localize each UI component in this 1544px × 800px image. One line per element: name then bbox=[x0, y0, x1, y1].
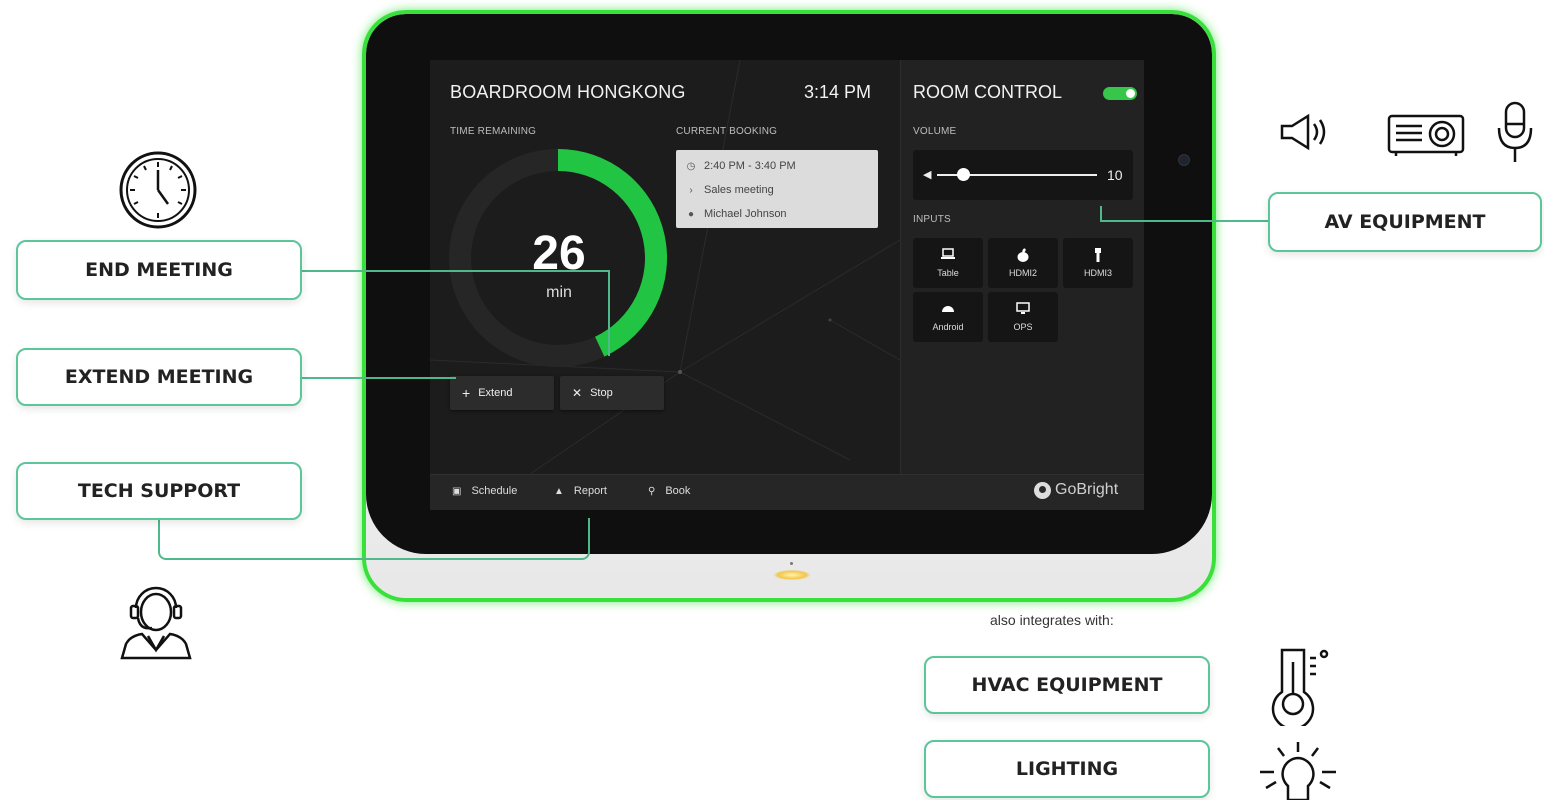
speaker-icon: ◀ bbox=[923, 169, 932, 181]
monitor-icon bbox=[1016, 302, 1030, 316]
end-meeting-connector bbox=[300, 270, 610, 356]
current-time: 3:14 PM bbox=[804, 82, 872, 102]
booking-card[interactable]: ◷ 2:40 PM - 3:40 PM › Sales meeting ● Mi… bbox=[676, 150, 878, 228]
calendar-icon: ▣ bbox=[452, 485, 462, 497]
schedule-button[interactable]: ▣ Schedule bbox=[452, 485, 517, 497]
input-table[interactable]: Table bbox=[913, 238, 983, 288]
sensor-dot bbox=[790, 562, 793, 565]
toggle-knob bbox=[1126, 89, 1135, 98]
stop-label: Stop bbox=[590, 387, 613, 399]
laptop-icon bbox=[941, 248, 955, 262]
input-hdmi3[interactable]: HDMI3 bbox=[1063, 238, 1133, 288]
volume-label: VOLUME bbox=[913, 126, 957, 137]
inputs-label: INPUTS bbox=[913, 214, 951, 225]
input-ops[interactable]: OPS bbox=[988, 292, 1058, 342]
volume-value: 10 bbox=[1107, 167, 1123, 183]
tech-support-connector bbox=[158, 518, 590, 560]
time-remaining-label: TIME REMAINING bbox=[450, 126, 537, 137]
booking-subject: Sales meeting bbox=[704, 184, 774, 196]
usb-icon bbox=[1094, 248, 1102, 262]
stop-button[interactable]: ✕ Stop bbox=[560, 376, 664, 410]
wall-clock-icon bbox=[119, 151, 197, 229]
projector-icon bbox=[1387, 114, 1465, 156]
room-control-pane: ROOM CONTROL VOLUME ◀ 10 INPUTS Table HD… bbox=[900, 60, 1144, 474]
input-label: Android bbox=[932, 322, 964, 332]
apple-icon bbox=[1017, 248, 1029, 262]
person-icon: ● bbox=[687, 208, 695, 220]
thermometer-icon bbox=[1271, 648, 1329, 726]
brand-name: GoBright bbox=[1055, 481, 1119, 498]
hvac-equipment-callout: HVAC EQUIPMENT bbox=[924, 656, 1210, 714]
av-equipment-connector bbox=[1100, 206, 1272, 222]
av-equipment-callout: AV EQUIPMENT bbox=[1268, 192, 1542, 252]
plus-icon: + bbox=[462, 385, 471, 401]
room-name: BOARDROOM HONGKONG bbox=[450, 82, 686, 102]
input-label: HDMI3 bbox=[1083, 268, 1112, 278]
end-meeting-callout: END MEETING bbox=[16, 240, 302, 300]
chevron-right-icon: › bbox=[689, 184, 693, 196]
volume-control: ◀ 10 bbox=[913, 150, 1133, 200]
megaphone-icon bbox=[1280, 113, 1326, 151]
current-booking-label: CURRENT BOOKING bbox=[676, 126, 778, 137]
booking-organizer: Michael Johnson bbox=[704, 208, 787, 220]
microphone-icon bbox=[1497, 101, 1533, 162]
input-android[interactable]: Android bbox=[913, 292, 983, 342]
clock-icon: ◷ bbox=[686, 160, 696, 172]
close-icon: ✕ bbox=[572, 386, 583, 400]
schedule-label: Schedule bbox=[471, 485, 518, 497]
input-label: HDMI2 bbox=[1008, 268, 1037, 278]
tech-support-callout: TECH SUPPORT bbox=[16, 462, 302, 520]
search-icon: ⚲ bbox=[648, 485, 656, 497]
report-label: Report bbox=[573, 485, 607, 497]
room-control-title: ROOM CONTROL bbox=[913, 82, 1063, 102]
gobright-logo-icon bbox=[1034, 481, 1051, 499]
booking-time-row: ◷ 2:40 PM - 3:40 PM bbox=[686, 160, 796, 172]
extend-label: Extend bbox=[478, 387, 513, 399]
warning-icon: ▲ bbox=[554, 485, 564, 497]
front-camera bbox=[1178, 154, 1190, 166]
room-control-toggle[interactable] bbox=[1103, 87, 1137, 100]
booking-time: 2:40 PM - 3:40 PM bbox=[704, 160, 796, 172]
input-label: OPS bbox=[1013, 322, 1033, 332]
bottom-bar: ▣ Schedule ▲ Report ⚲ Book GoBright bbox=[430, 474, 1144, 510]
booking-organizer-row: ● Michael Johnson bbox=[686, 208, 787, 220]
gobright-logo: GoBright bbox=[1034, 481, 1118, 499]
booking-subject-row: › Sales meeting bbox=[686, 184, 774, 196]
input-hdmi2[interactable]: HDMI2 bbox=[988, 238, 1058, 288]
extend-meeting-callout: EXTEND MEETING bbox=[16, 348, 302, 406]
report-button[interactable]: ▲ Report bbox=[554, 485, 607, 497]
volume-slider-handle[interactable] bbox=[957, 168, 970, 181]
meeting-pane: BOARDROOM HONGKONG 3:14 PM TIME REMAININ… bbox=[430, 60, 900, 474]
android-icon bbox=[941, 302, 955, 316]
extend-button[interactable]: + Extend bbox=[450, 376, 554, 410]
integrates-text: also integrates with: bbox=[990, 612, 1114, 628]
status-led bbox=[774, 570, 810, 580]
support-agent-icon bbox=[120, 586, 192, 660]
book-label: Book bbox=[665, 485, 691, 497]
lighting-callout: LIGHTING bbox=[924, 740, 1210, 798]
light-bulb-icon bbox=[1260, 742, 1336, 800]
extend-meeting-connector bbox=[300, 377, 456, 379]
input-label: Table bbox=[937, 268, 959, 278]
book-button[interactable]: ⚲ Book bbox=[648, 485, 690, 497]
